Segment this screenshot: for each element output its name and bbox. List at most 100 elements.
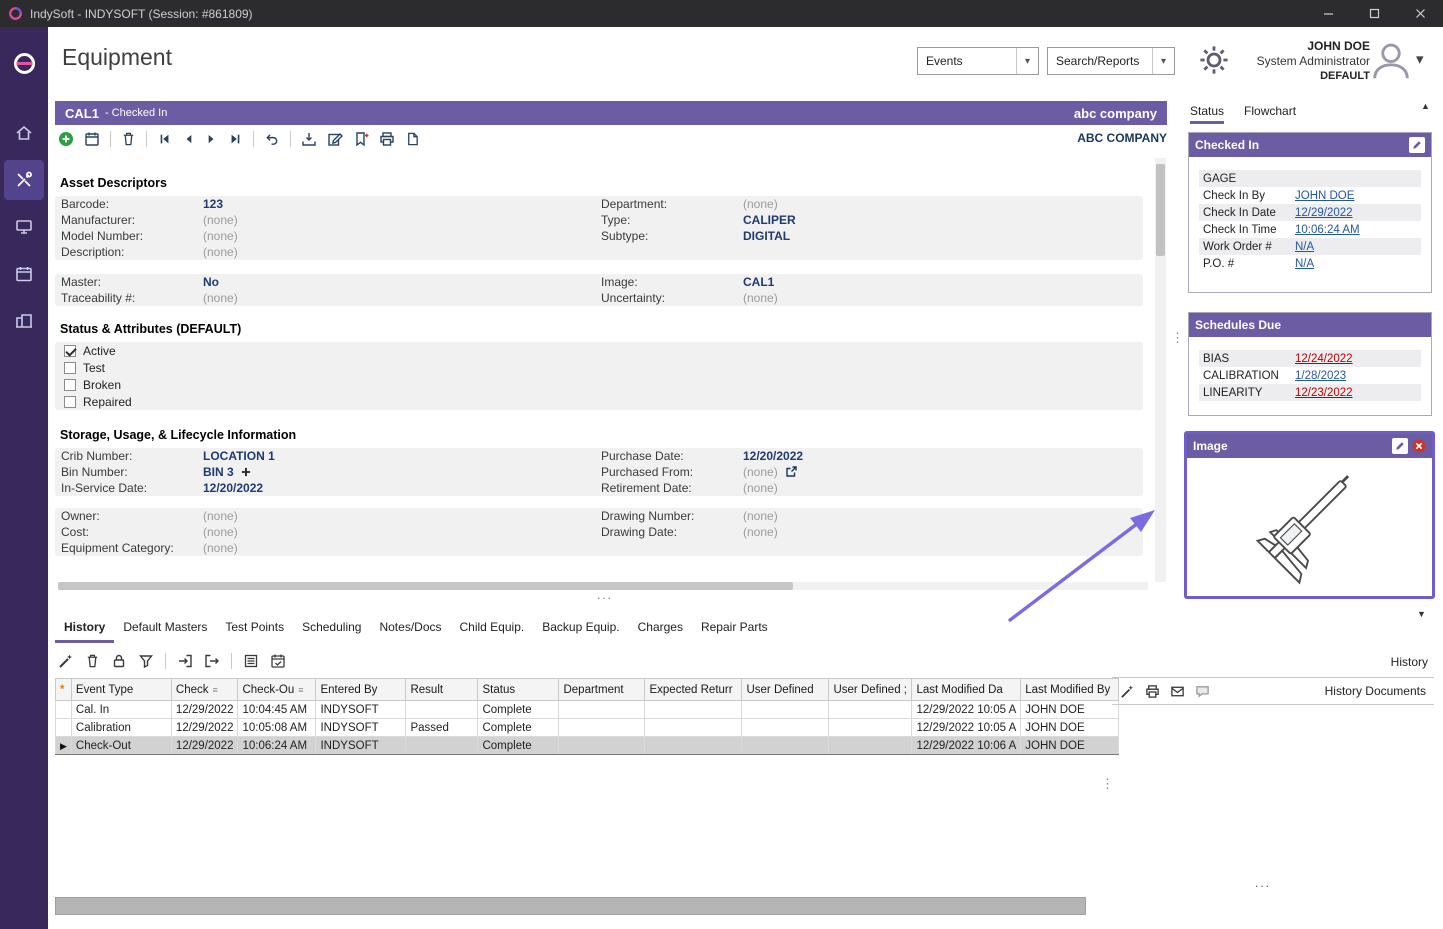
avatar[interactable] bbox=[1368, 37, 1414, 83]
check-in-button[interactable] bbox=[177, 653, 193, 669]
table-row-selected[interactable]: ▶ Check-Out 12/29/2022 10:06:24 AM INDYS… bbox=[56, 737, 1119, 755]
tab-backup-equip[interactable]: Backup Equip. bbox=[533, 615, 628, 643]
events-dropdown-value: Events bbox=[918, 54, 1016, 68]
tab-repair-parts[interactable]: Repair Parts bbox=[692, 615, 777, 643]
nav-last-button[interactable] bbox=[228, 132, 243, 146]
sidebar-item-equipment[interactable] bbox=[4, 160, 44, 200]
docs-mail-button[interactable] bbox=[1170, 684, 1185, 699]
tab-status[interactable]: Status bbox=[1190, 104, 1224, 124]
user-menu-chevron[interactable]: ▾ bbox=[1416, 50, 1424, 68]
tab-scheduling[interactable]: Scheduling bbox=[293, 615, 370, 643]
field-value: (none) bbox=[203, 525, 238, 539]
add-button[interactable] bbox=[58, 131, 74, 147]
tab-history[interactable]: History bbox=[55, 615, 114, 643]
schedule-date-link[interactable]: 12/24/2022 bbox=[1295, 353, 1353, 365]
collapse-toggle[interactable]: ▼ bbox=[1417, 609, 1426, 619]
column-header[interactable]: User Defined bbox=[742, 679, 829, 701]
check-out-button[interactable] bbox=[204, 653, 220, 669]
list-view-button[interactable] bbox=[243, 653, 259, 669]
cell: INDYSOFT bbox=[316, 737, 406, 755]
field-value: (none) bbox=[203, 541, 238, 555]
tab-test-points[interactable]: Test Points bbox=[216, 615, 293, 643]
docs-comment-button[interactable] bbox=[1195, 684, 1210, 699]
checkbox-active[interactable]: Active bbox=[55, 342, 1143, 359]
column-header[interactable]: Check-Ou≡ bbox=[238, 679, 316, 701]
tab-default-masters[interactable]: Default Masters bbox=[114, 615, 216, 643]
panel-splitter-handle[interactable]: ... bbox=[1255, 876, 1271, 890]
panel-splitter-handle[interactable]: ⋮ bbox=[1101, 776, 1114, 792]
docs-wizard-button[interactable] bbox=[1120, 684, 1135, 699]
schedule-date-link[interactable]: 1/28/2023 bbox=[1295, 370, 1346, 382]
status-row: Check In Time 10:06:24 AM bbox=[1199, 221, 1421, 238]
panel-splitter-handle[interactable]: ... bbox=[55, 588, 1155, 602]
calendar-check-button[interactable] bbox=[270, 653, 286, 669]
docs-print-button[interactable] bbox=[1145, 684, 1160, 699]
vertical-scrollbar[interactable] bbox=[1155, 158, 1166, 582]
field-label: Crib Number: bbox=[61, 449, 203, 463]
edit-button[interactable] bbox=[327, 131, 343, 147]
tab-notes-docs[interactable]: Notes/Docs bbox=[370, 615, 450, 643]
next-record-icon bbox=[205, 132, 218, 146]
nav-first-button[interactable] bbox=[157, 132, 172, 146]
search-reports-dropdown[interactable]: Search/Reports ▾ bbox=[1047, 47, 1175, 75]
checkbox-broken[interactable]: Broken bbox=[55, 376, 1143, 393]
delete-image-button[interactable] bbox=[1412, 439, 1426, 453]
scrollbar-thumb[interactable] bbox=[1156, 164, 1165, 256]
wizard-button[interactable] bbox=[58, 653, 74, 669]
filter-button[interactable] bbox=[138, 653, 154, 669]
sidebar-item-calendar[interactable] bbox=[4, 254, 44, 294]
table-row[interactable]: Calibration 12/29/2022 10:05:08 AM INDYS… bbox=[56, 719, 1119, 737]
table-row[interactable]: Cal. In 12/29/2022 10:04:45 AM INDYSOFT … bbox=[56, 701, 1119, 719]
collapse-toggle[interactable]: ▲ bbox=[1421, 101, 1430, 111]
delete-event-button[interactable] bbox=[85, 653, 100, 669]
panel-splitter-handle[interactable]: ⋮ bbox=[1171, 330, 1184, 346]
nav-next-button[interactable] bbox=[205, 132, 218, 146]
maximize-button[interactable] bbox=[1351, 0, 1397, 27]
undo-button[interactable] bbox=[264, 132, 280, 147]
nav-prev-button[interactable] bbox=[182, 132, 195, 146]
tab-child-equip[interactable]: Child Equip. bbox=[451, 615, 534, 643]
print-button[interactable] bbox=[379, 131, 395, 147]
column-header[interactable]: Check≡ bbox=[171, 679, 238, 701]
export-button[interactable] bbox=[301, 131, 317, 147]
column-header[interactable]: User Defined ; bbox=[829, 679, 912, 701]
delete-button[interactable] bbox=[121, 131, 136, 147]
check-in-time-link[interactable]: 10:06:24 AM bbox=[1295, 224, 1360, 236]
column-header[interactable]: Status bbox=[478, 679, 559, 701]
column-header[interactable]: Entered By bbox=[316, 679, 406, 701]
check-in-by-link[interactable]: JOHN DOE bbox=[1295, 190, 1354, 202]
checkbox-repaired[interactable]: Repaired bbox=[55, 393, 1143, 410]
column-header[interactable]: Event Type bbox=[71, 679, 171, 701]
edit-image-button[interactable] bbox=[1392, 438, 1408, 454]
check-in-date-link[interactable]: 12/29/2022 bbox=[1295, 207, 1353, 219]
lookup-button[interactable] bbox=[785, 466, 797, 478]
schedule-button[interactable] bbox=[84, 131, 100, 147]
settings-button[interactable] bbox=[1198, 44, 1230, 76]
column-header[interactable]: Last Modified Da bbox=[912, 679, 1021, 701]
tab-flowchart[interactable]: Flowchart bbox=[1244, 104, 1296, 124]
work-order-link[interactable]: N/A bbox=[1295, 241, 1314, 253]
close-button[interactable] bbox=[1397, 0, 1443, 27]
sidebar-item-home[interactable] bbox=[4, 113, 44, 153]
add-bin-button[interactable] bbox=[241, 467, 251, 477]
sidebar-item-devices[interactable] bbox=[4, 207, 44, 247]
column-header[interactable]: Result bbox=[406, 679, 478, 701]
column-header[interactable]: Department bbox=[559, 679, 645, 701]
column-header-label: Check bbox=[176, 684, 209, 696]
document-button[interactable] bbox=[405, 131, 420, 147]
schedule-date-link[interactable]: 12/23/2022 bbox=[1295, 387, 1353, 399]
events-dropdown[interactable]: Events ▾ bbox=[917, 47, 1039, 75]
sidebar-item-company[interactable] bbox=[4, 301, 44, 341]
grid-horizontal-scrollbar[interactable] bbox=[55, 897, 1086, 915]
column-header[interactable]: Expected Returr bbox=[645, 679, 742, 701]
history-documents-panel: History Documents bbox=[1112, 677, 1434, 705]
edit-checkin-button[interactable] bbox=[1409, 137, 1425, 153]
minimize-button[interactable] bbox=[1305, 0, 1351, 27]
po-number-link[interactable]: N/A bbox=[1295, 258, 1314, 270]
column-header[interactable]: Last Modified By bbox=[1021, 679, 1119, 701]
checkbox-test[interactable]: Test bbox=[55, 359, 1143, 376]
tab-charges[interactable]: Charges bbox=[629, 615, 692, 643]
lock-button[interactable] bbox=[111, 653, 127, 669]
bookmark-add-button[interactable] bbox=[353, 131, 369, 147]
history-table[interactable]: * Event Type Check≡ Check-Ou≡ Entered By… bbox=[55, 678, 1119, 755]
